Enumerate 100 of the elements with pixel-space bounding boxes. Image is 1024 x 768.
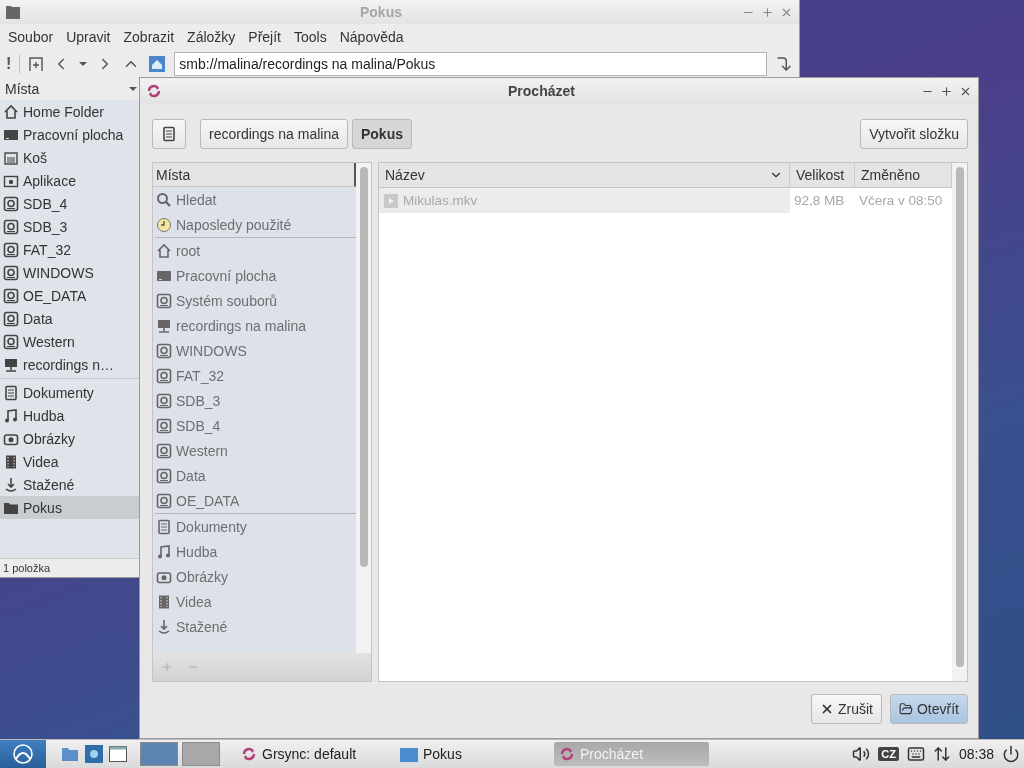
places-item[interactable]: Videa bbox=[153, 589, 356, 614]
power-icon[interactable] bbox=[1002, 745, 1020, 763]
places-item[interactable]: Western bbox=[153, 438, 356, 463]
dropdown-icon[interactable] bbox=[78, 60, 89, 68]
sidebar-item[interactable]: Western bbox=[0, 330, 139, 353]
sidebar-item[interactable]: Aplikace bbox=[0, 169, 139, 192]
menu-item[interactable]: Upravit bbox=[66, 29, 111, 45]
create-folder-button[interactable]: Vytvořit složku bbox=[860, 119, 968, 149]
address-field[interactable]: smb://malina/recordings na malina/Pokus bbox=[174, 52, 767, 76]
sidebar-item[interactable]: Hudba bbox=[0, 404, 139, 427]
toolbar-button[interactable]: ! bbox=[6, 55, 12, 73]
sync-icon bbox=[559, 746, 575, 762]
document-icon bbox=[156, 518, 172, 535]
sidebar-item[interactable]: Pokus bbox=[0, 496, 139, 519]
network-icon[interactable] bbox=[84, 744, 104, 764]
window-icon[interactable] bbox=[108, 744, 128, 764]
folder-icon bbox=[6, 5, 20, 19]
column-header[interactable]: Název bbox=[379, 163, 790, 187]
sidebar-item[interactable]: Data bbox=[0, 307, 139, 330]
sidebar-item[interactable]: Koš bbox=[0, 146, 139, 169]
maximize-icon[interactable] bbox=[940, 84, 953, 98]
sidebar-item[interactable]: FAT_32 bbox=[0, 238, 139, 261]
keyboard-icon[interactable] bbox=[906, 745, 925, 763]
sync-icon bbox=[241, 746, 257, 762]
drive-icon bbox=[3, 241, 19, 258]
menu-item[interactable]: Záložky bbox=[187, 29, 236, 45]
sidebar-header[interactable]: Místa bbox=[5, 81, 40, 97]
clock-icon bbox=[156, 216, 172, 233]
go-icon[interactable] bbox=[775, 55, 793, 73]
folder-icon bbox=[400, 746, 418, 762]
drive-icon bbox=[156, 342, 172, 359]
toggle-location-button[interactable] bbox=[152, 119, 186, 149]
cancel-button[interactable]: Zrušit bbox=[811, 694, 882, 724]
network-icon[interactable] bbox=[932, 745, 951, 763]
film-icon bbox=[156, 593, 172, 610]
places-item[interactable]: recordings na malina bbox=[153, 313, 356, 338]
download-icon bbox=[3, 476, 19, 493]
search-icon bbox=[156, 191, 172, 208]
places-item[interactable]: WINDOWS bbox=[153, 338, 356, 363]
sidebar-item[interactable]: SDB_3 bbox=[0, 215, 139, 238]
logo-icon bbox=[12, 743, 34, 765]
places-item[interactable]: Hledat bbox=[153, 187, 356, 212]
new-tab-icon[interactable] bbox=[28, 56, 45, 72]
places-item[interactable]: Naposledy použité bbox=[153, 212, 356, 237]
sidebar-item[interactable]: Obrázky bbox=[0, 427, 139, 450]
sidebar-item[interactable]: recordings n… bbox=[0, 353, 139, 376]
places-item[interactable]: SDB_4 bbox=[153, 413, 356, 438]
places-item[interactable]: Stažené bbox=[153, 614, 356, 639]
drive-icon bbox=[3, 264, 19, 281]
scrollbar-thumb[interactable] bbox=[955, 167, 964, 667]
keyboard-layout[interactable]: CZ bbox=[878, 747, 899, 761]
drive-icon bbox=[3, 333, 19, 350]
drive-icon bbox=[156, 467, 172, 484]
places-item[interactable]: Systém souborů bbox=[153, 288, 356, 313]
sidebar-item[interactable]: SDB_4 bbox=[0, 192, 139, 215]
sidebar-item[interactable]: Pracovní plocha bbox=[0, 123, 139, 146]
volume-icon[interactable] bbox=[852, 745, 871, 763]
column-header[interactable]: Místa bbox=[153, 163, 356, 187]
path-button[interactable]: recordings na malina bbox=[200, 119, 348, 149]
task-button[interactable]: Grsync: default bbox=[236, 742, 391, 766]
sidebar-item[interactable]: Videa bbox=[0, 450, 139, 473]
places-item[interactable]: OE_DATA bbox=[153, 488, 356, 513]
menu-item[interactable]: Soubor bbox=[8, 29, 54, 45]
places-item[interactable]: Data bbox=[153, 463, 356, 488]
places-item[interactable]: root bbox=[153, 238, 356, 263]
sidebar-item[interactable]: Stažené bbox=[0, 473, 139, 496]
start-button[interactable] bbox=[0, 740, 46, 768]
places-item[interactable]: Dokumenty bbox=[153, 514, 356, 539]
open-button[interactable]: Otevřít bbox=[890, 694, 968, 724]
document-icon bbox=[161, 126, 177, 142]
task-button[interactable]: Pokus bbox=[395, 742, 550, 766]
sidebar-item[interactable]: Home Folder bbox=[0, 100, 139, 123]
menu-item[interactable]: Zobrazit bbox=[123, 29, 175, 45]
folder-icon bbox=[899, 702, 913, 716]
download-icon bbox=[156, 618, 172, 635]
sync-icon bbox=[146, 83, 162, 99]
scrollbar-thumb[interactable] bbox=[359, 167, 368, 567]
dialog-title: Procházet bbox=[507, 83, 576, 99]
music-icon bbox=[3, 407, 19, 424]
network-drive-icon bbox=[156, 317, 172, 334]
drive-icon bbox=[156, 367, 172, 384]
menu-item[interactable]: Nápověda bbox=[339, 29, 404, 45]
places-item[interactable]: SDB_3 bbox=[153, 388, 356, 413]
drive-icon bbox=[156, 292, 172, 309]
path-button[interactable]: Pokus bbox=[351, 119, 412, 149]
sidebar-item[interactable]: Dokumenty bbox=[0, 381, 139, 404]
dropdown-icon[interactable] bbox=[129, 86, 137, 92]
menu-item[interactable]: Přejít bbox=[248, 29, 281, 45]
menu-item[interactable]: Tools bbox=[294, 29, 327, 45]
column-header[interactable]: Velikost bbox=[790, 163, 855, 187]
sidebar-item[interactable]: OE_DATA bbox=[0, 284, 139, 307]
file-date: Včera v 08:50 bbox=[858, 192, 944, 210]
places-item[interactable]: Pracovní plocha bbox=[153, 263, 356, 288]
network-drive-icon bbox=[3, 356, 19, 373]
places-item[interactable]: FAT_32 bbox=[153, 363, 356, 388]
home-icon bbox=[3, 103, 19, 120]
sidebar-item[interactable]: WINDOWS bbox=[0, 261, 139, 284]
maximize-icon[interactable] bbox=[761, 5, 774, 19]
home-icon[interactable] bbox=[148, 55, 167, 73]
clock: 08:38 bbox=[958, 746, 994, 762]
